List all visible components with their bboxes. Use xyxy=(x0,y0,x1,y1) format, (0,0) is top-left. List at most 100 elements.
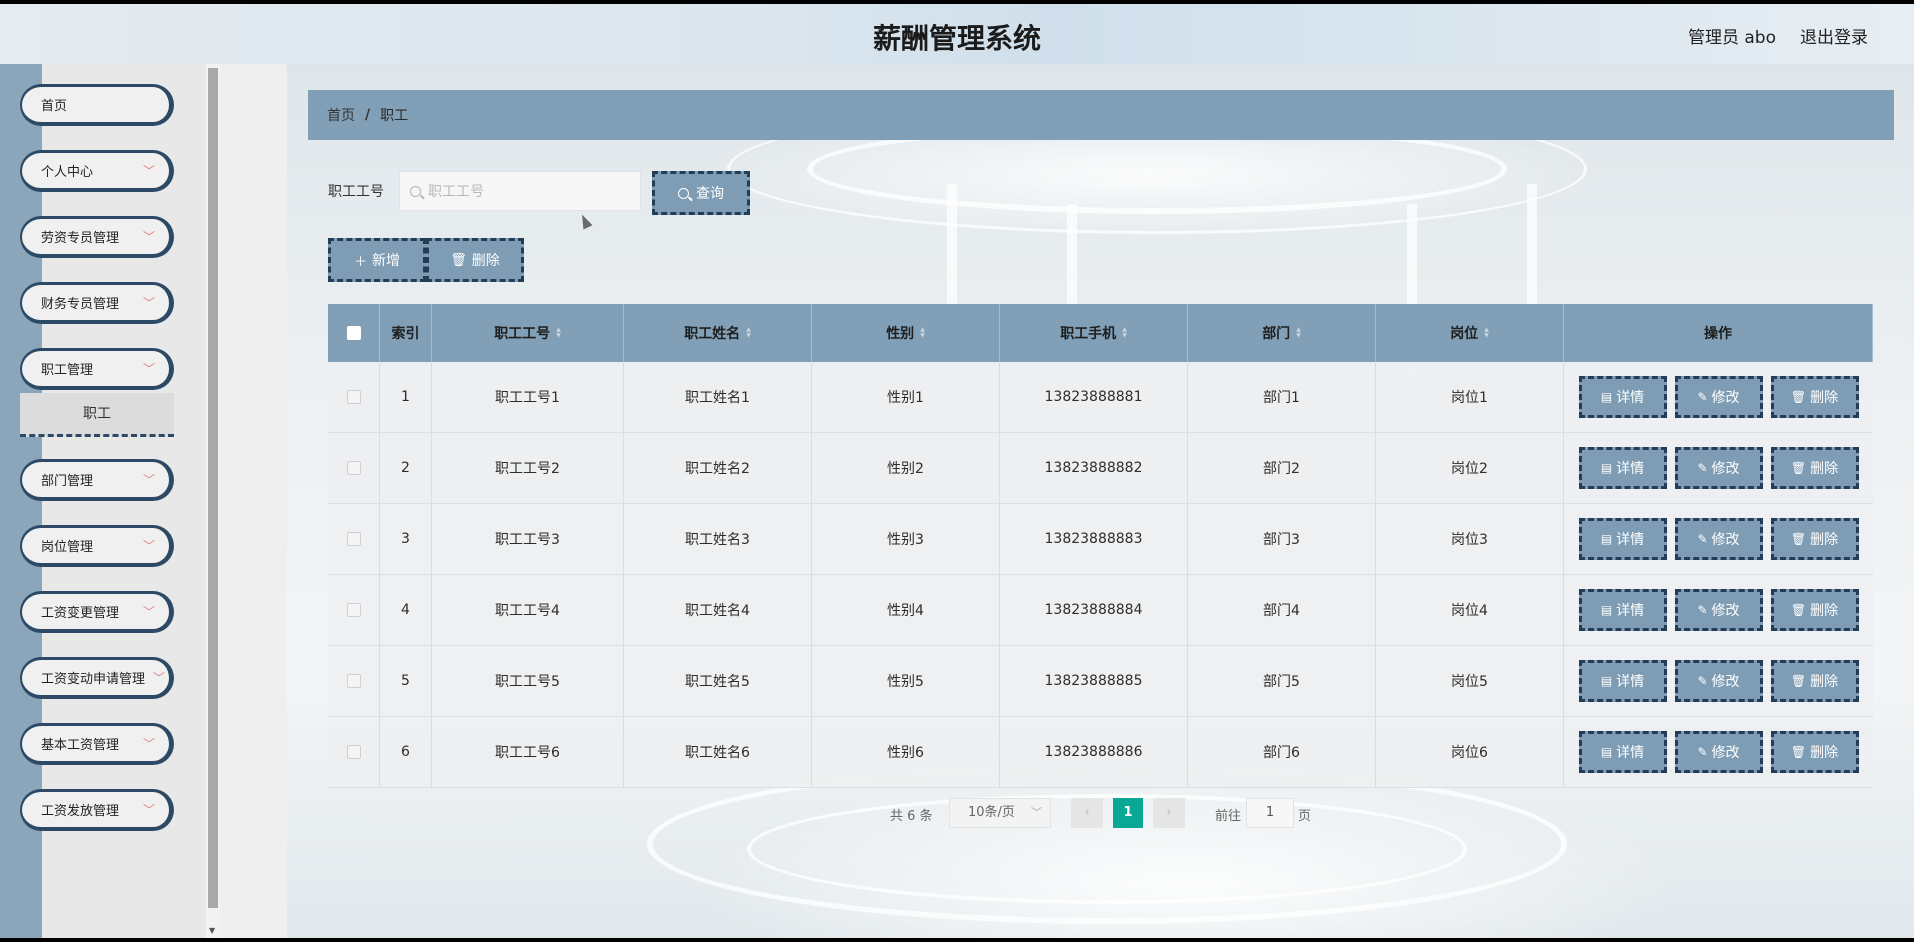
sort-icon[interactable]: ▲ ▼ xyxy=(1122,327,1127,339)
column-header-phone[interactable]: 职工手机 ▲ ▼ xyxy=(1000,304,1188,362)
page-size-value: 10条/页 xyxy=(968,805,1015,820)
logout-link[interactable]: 退出登录 xyxy=(1800,23,1868,48)
sidebar-item-base-salary[interactable]: 基本工资管理 ﹀ xyxy=(20,723,174,765)
search-button[interactable]: 查询 xyxy=(652,171,750,215)
detail-button[interactable]: ▤ 详情 xyxy=(1578,589,1667,631)
column-header-label: 岗位 xyxy=(1450,326,1479,342)
column-header-staff-name[interactable]: 职工姓名 ▲ ▼ xyxy=(624,304,812,362)
cell-post: 岗位4 xyxy=(1376,575,1564,645)
row-checkbox[interactable] xyxy=(346,461,361,475)
row-checkbox[interactable] xyxy=(346,603,361,617)
trash-icon: 🗑 xyxy=(1790,674,1807,688)
detail-button[interactable]: ▤ 详情 xyxy=(1578,660,1667,702)
cell-index: 1 xyxy=(380,362,432,432)
edit-button[interactable]: ✎ 修改 xyxy=(1674,447,1763,489)
delete-button[interactable]: 🗑 删除 xyxy=(1770,731,1859,773)
cell-actions: ▤ 详情 ✎ 修改 🗑 删除 xyxy=(1564,717,1873,787)
cell-index: 5 xyxy=(380,646,432,716)
row-select-cell xyxy=(328,433,380,503)
chevron-down-icon: ﹀ xyxy=(1031,806,1042,819)
trash-icon: 🗑 xyxy=(1790,532,1807,546)
delete-button[interactable]: 🗑 删除 xyxy=(1770,376,1859,418)
column-header-staff-no[interactable]: 职工工号 ▲ ▼ xyxy=(432,304,624,362)
sort-icon[interactable]: ▲ ▼ xyxy=(1484,327,1489,339)
cell-gender: 性别3 xyxy=(812,504,1000,574)
sort-icon[interactable]: ▲ ▼ xyxy=(746,327,751,339)
row-select-cell xyxy=(328,646,380,716)
page-size-select[interactable]: 10条/页 ﹀ xyxy=(949,798,1051,828)
pagination: 共 6 条 10条/页 ﹀ ‹ 1 › 前往 1 页 xyxy=(0,798,1914,828)
scroll-down-arrow-icon[interactable]: ▼ xyxy=(209,926,215,935)
cell-staff-no: 职工工号4 xyxy=(432,575,624,645)
app-title: 薪酬管理系统 xyxy=(872,22,1041,55)
sidebar-subitem-staff[interactable]: 职工 xyxy=(20,393,174,437)
row-checkbox[interactable] xyxy=(346,745,361,759)
chevron-down-icon: ﹀ xyxy=(142,164,155,178)
edit-button[interactable]: ✎ 修改 xyxy=(1674,731,1763,773)
sidebar-item-salary-change[interactable]: 工资变更管理 ﹀ xyxy=(20,591,174,633)
sort-icon[interactable]: ▲ ▼ xyxy=(1296,327,1301,339)
edit-label: 修改 xyxy=(1711,674,1740,690)
cell-staff-no: 职工工号2 xyxy=(432,433,624,503)
cell-department: 部门5 xyxy=(1188,646,1376,716)
cell-department: 部门2 xyxy=(1188,433,1376,503)
sidebar-scroll-thumb[interactable] xyxy=(208,68,218,908)
delete-button[interactable]: 🗑 删除 xyxy=(1770,589,1859,631)
breadcrumb-home[interactable]: 首页 xyxy=(327,105,355,125)
delete-button[interactable]: 🗑 删除 xyxy=(1770,660,1859,702)
breadcrumb-current: 职工 xyxy=(380,108,409,124)
sidebar-item-department[interactable]: 部门管理 ﹀ xyxy=(20,459,174,501)
table-row: 4 职工工号4 职工姓名4 性别4 13823888884 部门4 岗位4 ▤ 详情 ✎ 修改 🗑 删除 xyxy=(328,575,1873,646)
next-page-button[interactable]: › xyxy=(1153,798,1185,828)
prev-page-button[interactable]: ‹ xyxy=(1071,798,1103,828)
delete-label: 删除 xyxy=(1810,603,1839,619)
table-header: 索引 职工工号 ▲ ▼ 职工姓名 ▲ ▼ 性别 ▲ ▼ 职工手机 ▲ ▼ 部门 ▲ ▼ 岗位 ▲ ▼ 操… xyxy=(328,304,1873,362)
edit-button[interactable]: ✎ 修改 xyxy=(1674,518,1763,560)
edit-button[interactable]: ✎ 修改 xyxy=(1674,376,1763,418)
select-all-checkbox[interactable] xyxy=(346,326,361,340)
sort-icon[interactable]: ▲ ▼ xyxy=(920,327,925,339)
search-icon xyxy=(678,187,689,199)
cell-index: 6 xyxy=(380,717,432,787)
sidebar-item-profile[interactable]: 个人中心 ﹀ xyxy=(20,150,174,192)
sidebar-item-label: 劳资专员管理 xyxy=(41,231,120,246)
detail-button[interactable]: ▤ 详情 xyxy=(1578,731,1667,773)
cell-phone: 13823888884 xyxy=(1000,575,1188,645)
edit-icon: ✎ xyxy=(1697,745,1708,759)
cell-gender: 性别1 xyxy=(812,362,1000,432)
sidebar-item-finance-admin[interactable]: 财务专员管理 ﹀ xyxy=(20,282,174,324)
edit-icon: ✎ xyxy=(1697,461,1708,475)
chevron-down-icon: ﹀ xyxy=(142,605,155,619)
detail-button[interactable]: ▤ 详情 xyxy=(1578,518,1667,560)
column-header-department[interactable]: 部门 ▲ ▼ xyxy=(1188,304,1376,362)
column-header-gender[interactable]: 性别 ▲ ▼ xyxy=(812,304,1000,362)
row-checkbox[interactable] xyxy=(346,532,361,546)
trash-icon: 🗑 xyxy=(450,252,467,268)
edit-button[interactable]: ✎ 修改 xyxy=(1674,589,1763,631)
page-number-active[interactable]: 1 xyxy=(1113,798,1143,828)
sort-icon[interactable]: ▲ ▼ xyxy=(556,327,561,339)
add-button[interactable]: ＋ 新增 xyxy=(328,238,426,282)
column-header-index: 索引 xyxy=(380,304,432,362)
sidebar-item-labor-admin[interactable]: 劳资专员管理 ﹀ xyxy=(20,216,174,258)
batch-delete-button[interactable]: 🗑 删除 xyxy=(426,238,524,282)
search-input[interactable]: 职工工号 xyxy=(399,171,641,211)
delete-button[interactable]: 🗑 删除 xyxy=(1770,447,1859,489)
column-header-post[interactable]: 岗位 ▲ ▼ xyxy=(1376,304,1564,362)
sidebar-item-salary-change-request[interactable]: 工资变动申请管理 ﹀ xyxy=(20,657,174,699)
sidebar-item-label: 岗位管理 xyxy=(41,540,94,555)
cell-staff-no: 职工工号3 xyxy=(432,504,624,574)
goto-page-input[interactable]: 1 xyxy=(1246,798,1294,828)
detail-button[interactable]: ▤ 详情 xyxy=(1578,447,1667,489)
detail-button[interactable]: ▤ 详情 xyxy=(1578,376,1667,418)
sidebar-item-home[interactable]: 首页 xyxy=(20,84,174,126)
column-header-label: 性别 xyxy=(886,326,915,342)
row-checkbox[interactable] xyxy=(346,674,361,688)
column-header-label: 部门 xyxy=(1262,326,1291,342)
sidebar-item-staff[interactable]: 职工管理 ﹀ xyxy=(20,348,174,390)
sidebar-item-post[interactable]: 岗位管理 ﹀ xyxy=(20,525,174,567)
delete-button[interactable]: 🗑 删除 xyxy=(1770,518,1859,560)
row-checkbox[interactable] xyxy=(346,390,361,404)
sidebar-item-label: 基本工资管理 xyxy=(41,738,120,753)
edit-button[interactable]: ✎ 修改 xyxy=(1674,660,1763,702)
